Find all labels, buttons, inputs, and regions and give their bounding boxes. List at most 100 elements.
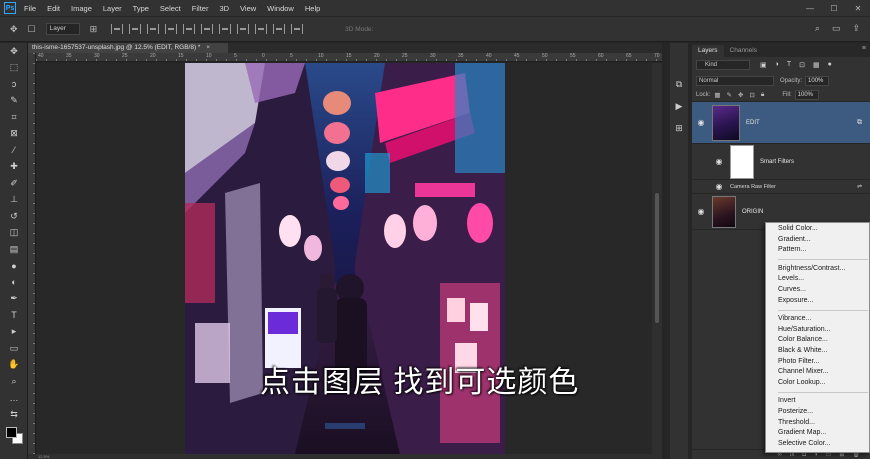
menu-item-photo-filter[interactable]: Photo Filter...: [778, 357, 869, 368]
foreground-color-swatch[interactable]: [6, 426, 17, 438]
close-window-button[interactable]: ✕: [846, 0, 870, 16]
filter-smart-object-icon[interactable]: ▦: [813, 61, 820, 69]
maximize-button[interactable]: ☐: [822, 0, 846, 16]
pen-tool-icon[interactable]: ✒: [0, 291, 28, 308]
opacity-field[interactable]: 100%: [805, 75, 830, 86]
properties-panel-icon[interactable]: ⊞: [670, 117, 688, 139]
minimize-button[interactable]: —: [798, 0, 822, 16]
dodge-tool-icon[interactable]: ◐: [0, 274, 28, 291]
frame-tool-icon[interactable]: ⊠: [0, 126, 28, 143]
align-top-icon[interactable]: [111, 24, 124, 34]
color-swatches[interactable]: [0, 423, 28, 449]
blur-tool-icon[interactable]: ●: [0, 258, 28, 275]
distribute-top-icon[interactable]: [219, 24, 232, 34]
menu-view[interactable]: View: [240, 4, 256, 13]
menu-window[interactable]: Window: [267, 4, 294, 13]
blend-mode-dropdown[interactable]: Normal: [696, 75, 774, 86]
smart-filters-row[interactable]: ◉ Smart Filters: [692, 144, 870, 180]
menu-file[interactable]: File: [24, 4, 36, 13]
brush-tool-icon[interactable]: ✐: [0, 175, 28, 192]
tab-layers[interactable]: Layers: [692, 45, 724, 57]
vertical-ruler[interactable]: [28, 53, 36, 454]
filter-kind-dropdown[interactable]: Kind: [696, 60, 750, 70]
clone-stamp-tool-icon[interactable]: ⊥: [0, 192, 28, 209]
workspace-icon[interactable]: ▭: [832, 23, 841, 34]
document-tab[interactable]: this-isme-1657537-unsplash.jpg @ 12.5% (…: [28, 43, 228, 53]
menu-edit[interactable]: Edit: [47, 4, 60, 13]
menu-item-threshold[interactable]: Threshold...: [778, 418, 869, 429]
menu-item-selective-color[interactable]: Selective Color...: [778, 439, 869, 450]
menu-item-black-white[interactable]: Black & White...: [778, 346, 869, 357]
search-icon[interactable]: ⌕: [815, 23, 820, 34]
visibility-eye-icon[interactable]: ◉: [692, 118, 710, 127]
marquee-tool-icon[interactable]: ⬚: [0, 60, 28, 77]
tab-channels[interactable]: Channels: [724, 45, 763, 57]
menu-select[interactable]: Select: [160, 4, 181, 13]
menu-item-solid-color[interactable]: Solid Color...: [778, 224, 869, 235]
menu-item-hue-saturation[interactable]: Hue/Saturation...: [778, 325, 869, 336]
menu-item-exposure[interactable]: Exposure...: [778, 296, 869, 307]
shape-tool-icon[interactable]: ▭: [0, 340, 28, 357]
filter-type-icon[interactable]: T: [787, 61, 791, 69]
move-tool-icon[interactable]: ✥: [0, 43, 28, 60]
auto-select-target-dropdown[interactable]: Layer: [45, 23, 80, 35]
menu-item-pattern[interactable]: Pattern...: [778, 245, 869, 256]
lock-all-icon[interactable]: 🔒︎: [761, 91, 764, 99]
menu-item-gradient[interactable]: Gradient...: [778, 235, 869, 246]
type-tool-icon[interactable]: T: [0, 307, 28, 324]
vertical-scrollbar-thumb[interactable]: [655, 193, 659, 323]
lock-transparent-icon[interactable]: ▦: [714, 91, 720, 99]
distribute-right-icon[interactable]: [291, 24, 304, 34]
history-panel-icon[interactable]: ⧉: [670, 73, 688, 95]
filter-blending-options-icon[interactable]: ⇌: [857, 183, 862, 190]
menu-3d[interactable]: 3D: [219, 4, 229, 13]
lock-position-icon[interactable]: ✥: [738, 91, 743, 99]
more-tools-icon[interactable]: …: [0, 390, 28, 407]
menu-item-color-balance[interactable]: Color Balance...: [778, 335, 869, 346]
lock-artboard-icon[interactable]: ⊡: [749, 91, 754, 99]
lasso-tool-icon[interactable]: ↄ: [0, 76, 28, 93]
gradient-tool-icon[interactable]: ▤: [0, 241, 28, 258]
align-hcenter-icon[interactable]: [183, 24, 196, 34]
share-icon[interactable]: ⇪: [852, 23, 860, 34]
actions-panel-icon[interactable]: ▶: [670, 95, 688, 117]
menu-image[interactable]: Image: [71, 4, 92, 13]
menu-item-curves[interactable]: Curves...: [778, 285, 869, 296]
menu-item-posterize[interactable]: Posterize...: [778, 407, 869, 418]
smart-filters-eye-icon[interactable]: ◉: [710, 157, 728, 166]
menu-item-vibrance[interactable]: Vibrance...: [778, 314, 869, 325]
zoom-level[interactable]: 12.5%: [38, 454, 49, 459]
path-select-tool-icon[interactable]: ▸: [0, 324, 28, 341]
camera-raw-eye-icon[interactable]: ◉: [710, 182, 728, 191]
filter-pixel-icon[interactable]: ▣: [760, 61, 767, 69]
menu-type[interactable]: Type: [133, 4, 149, 13]
distribute-bottom-icon[interactable]: [255, 24, 268, 34]
menu-item-levels[interactable]: Levels...: [778, 274, 869, 285]
align-right-icon[interactable]: [201, 24, 214, 34]
menu-item-channel-mixer[interactable]: Channel Mixer...: [778, 367, 869, 378]
layer-row-edit[interactable]: ◉ EDIT ⧉: [692, 102, 870, 144]
lock-pixels-icon[interactable]: ✎: [727, 91, 732, 99]
close-tab-icon[interactable]: ×: [206, 44, 210, 51]
align-left-icon[interactable]: [165, 24, 178, 34]
history-brush-tool-icon[interactable]: ↺: [0, 208, 28, 225]
vertical-scrollbar[interactable]: [652, 63, 662, 454]
filter-adjustment-icon[interactable]: ◑: [775, 61, 779, 69]
menu-item-invert[interactable]: Invert: [778, 396, 869, 407]
auto-select-checkbox[interactable]: ☐: [28, 24, 36, 35]
menu-layer[interactable]: Layer: [103, 4, 122, 13]
camera-raw-filter-row[interactable]: ◉ Camera Raw Filter ⇌: [692, 180, 870, 194]
menu-item-color-lookup[interactable]: Color Lookup...: [778, 378, 869, 389]
transform-controls-icon[interactable]: ⊞: [90, 24, 98, 35]
align-vcenter-icon[interactable]: [129, 24, 142, 34]
panel-menu-icon[interactable]: ≡: [862, 45, 866, 52]
hand-tool-icon[interactable]: ✋: [0, 357, 28, 374]
fill-field[interactable]: 100%: [794, 89, 819, 100]
eraser-tool-icon[interactable]: ◫: [0, 225, 28, 242]
move-tool-icon[interactable]: ✥: [10, 24, 18, 35]
crop-tool-icon[interactable]: ⌗: [0, 109, 28, 126]
menu-item-brightness-contrast[interactable]: Brightness/Contrast...: [778, 264, 869, 275]
distribute-vcenter-icon[interactable]: [237, 24, 250, 34]
visibility-eye-icon[interactable]: ◉: [692, 207, 710, 216]
menu-help[interactable]: Help: [305, 4, 320, 13]
